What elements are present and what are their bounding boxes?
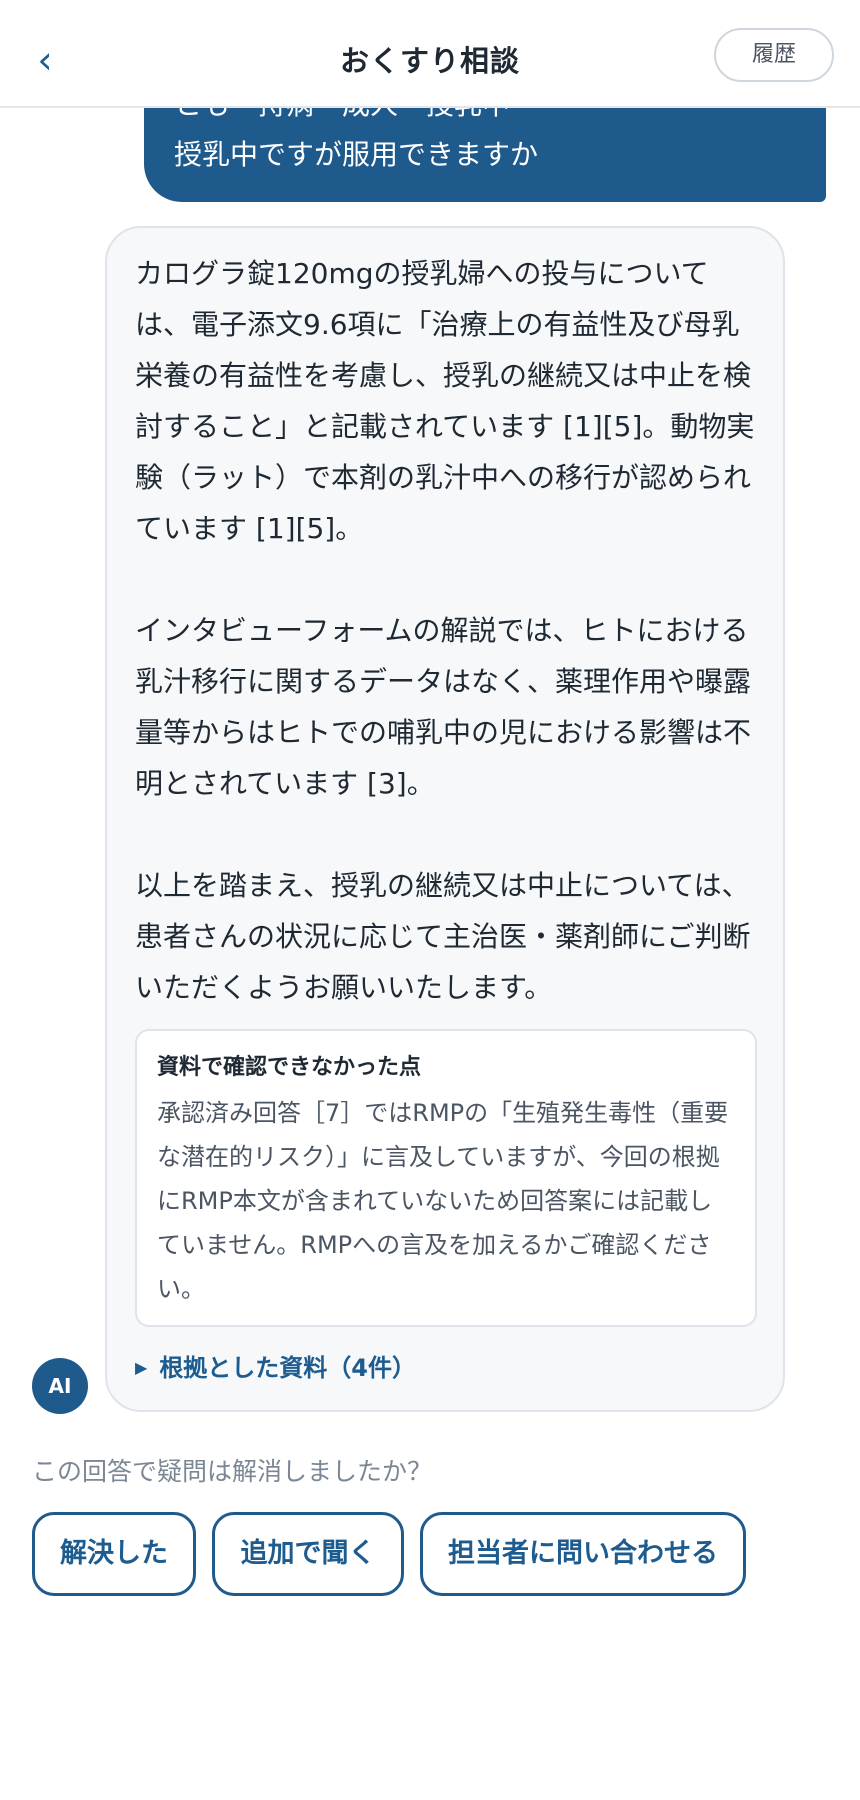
feedback-question: この回答で疑問は解消しましたか？ — [32, 1457, 433, 1486]
ai-response-card: カログラ錠120mgの授乳婦への投与については、電子添文9.6項に「治療上の有益… — [105, 226, 785, 1412]
resolved-button[interactable]: 解決した — [32, 1512, 196, 1596]
ask-more-button[interactable]: 追加で聞く — [212, 1512, 404, 1596]
unverified-notice-box: 資料で確認できなかった点 承認済み回答［7］ではRMPの「生殖発生毒性（重要な潜… — [135, 1029, 757, 1327]
sources-label: 根拠とした資料（4件） — [159, 1354, 417, 1382]
contact-staff-button[interactable]: 担当者に問い合わせる — [420, 1512, 746, 1596]
ai-paragraph-1: カログラ錠120mgの授乳婦への投与については、電子添文9.6項に「治療上の有益… — [135, 257, 755, 545]
notice-title: 資料で確認できなかった点 — [157, 1055, 422, 1080]
ai-paragraph-2: インタビューフォームの解説では、ヒトにおける乳汁移行に関するデータはなく、薬理作… — [135, 614, 752, 800]
user-message-line-2: 授乳中ですが服用できますか — [174, 138, 539, 171]
history-button[interactable]: 履歴 — [714, 28, 834, 82]
sources-toggle[interactable]: ▶ 根拠とした資料（4件） — [135, 1353, 755, 1383]
ai-paragraph-3: 以上を踏まえ、授乳の継続又は中止については、患者さんの状況に応じて主治医・薬剤師… — [135, 869, 751, 1004]
app-header: ‹ おくすり相談 履歴 — [0, 0, 860, 108]
triangle-right-icon: ▶ — [135, 1358, 148, 1377]
ai-avatar: AI — [32, 1358, 88, 1414]
notice-body: 承認済み回答［7］ではRMPの「生殖発生毒性（重要な潜在的リスク）」に言及してい… — [157, 1099, 729, 1303]
